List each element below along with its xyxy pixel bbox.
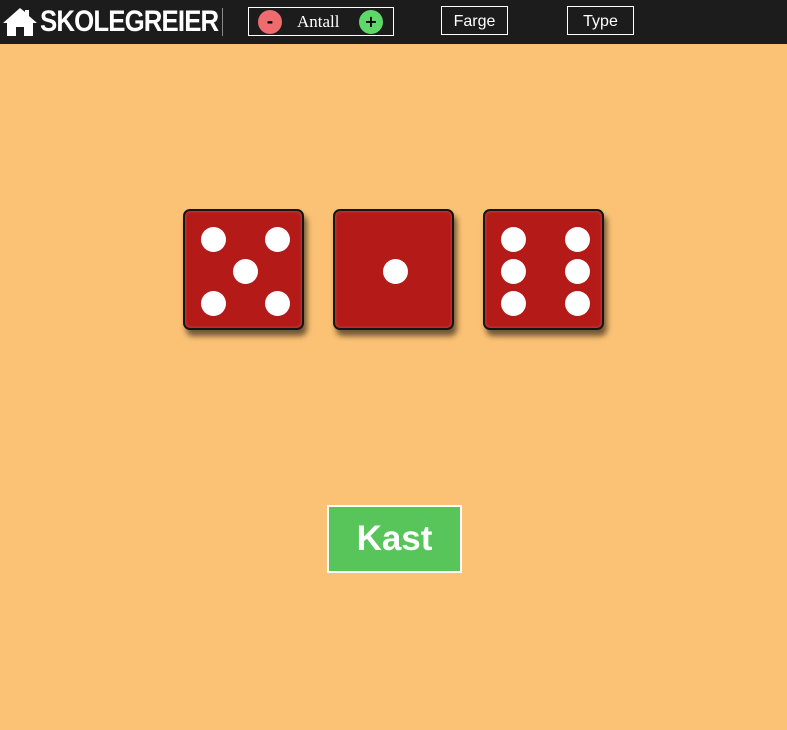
decrease-count-button[interactable]: - (258, 10, 282, 34)
die-pip (265, 291, 290, 316)
color-button[interactable]: Farge (441, 6, 508, 35)
count-label: Antall (297, 12, 340, 31)
top-bar: SKOLEGREIER - Antall + Farge Type (0, 0, 787, 44)
die-pip (501, 227, 526, 252)
die-pip (265, 227, 290, 252)
throw-button[interactable]: Kast (327, 505, 462, 573)
increase-count-button[interactable]: + (359, 10, 383, 34)
die-pip (201, 227, 226, 252)
logo-text: SKOLEGREIER (40, 5, 219, 38)
die-pip (201, 291, 226, 316)
die[interactable] (183, 209, 304, 330)
type-button[interactable]: Type (567, 6, 634, 35)
die-pip (383, 259, 408, 284)
die-pip (501, 291, 526, 316)
die-pip (501, 259, 526, 284)
die[interactable] (483, 209, 604, 330)
die[interactable] (333, 209, 454, 330)
logo[interactable]: SKOLEGREIER (2, 5, 247, 39)
die-pip (233, 259, 258, 284)
die-pip (565, 227, 590, 252)
die-pip (565, 291, 590, 316)
dice-count-control: - Antall + (248, 7, 394, 36)
die-pip (565, 259, 590, 284)
header-divider (222, 8, 223, 36)
home-icon (3, 8, 37, 36)
